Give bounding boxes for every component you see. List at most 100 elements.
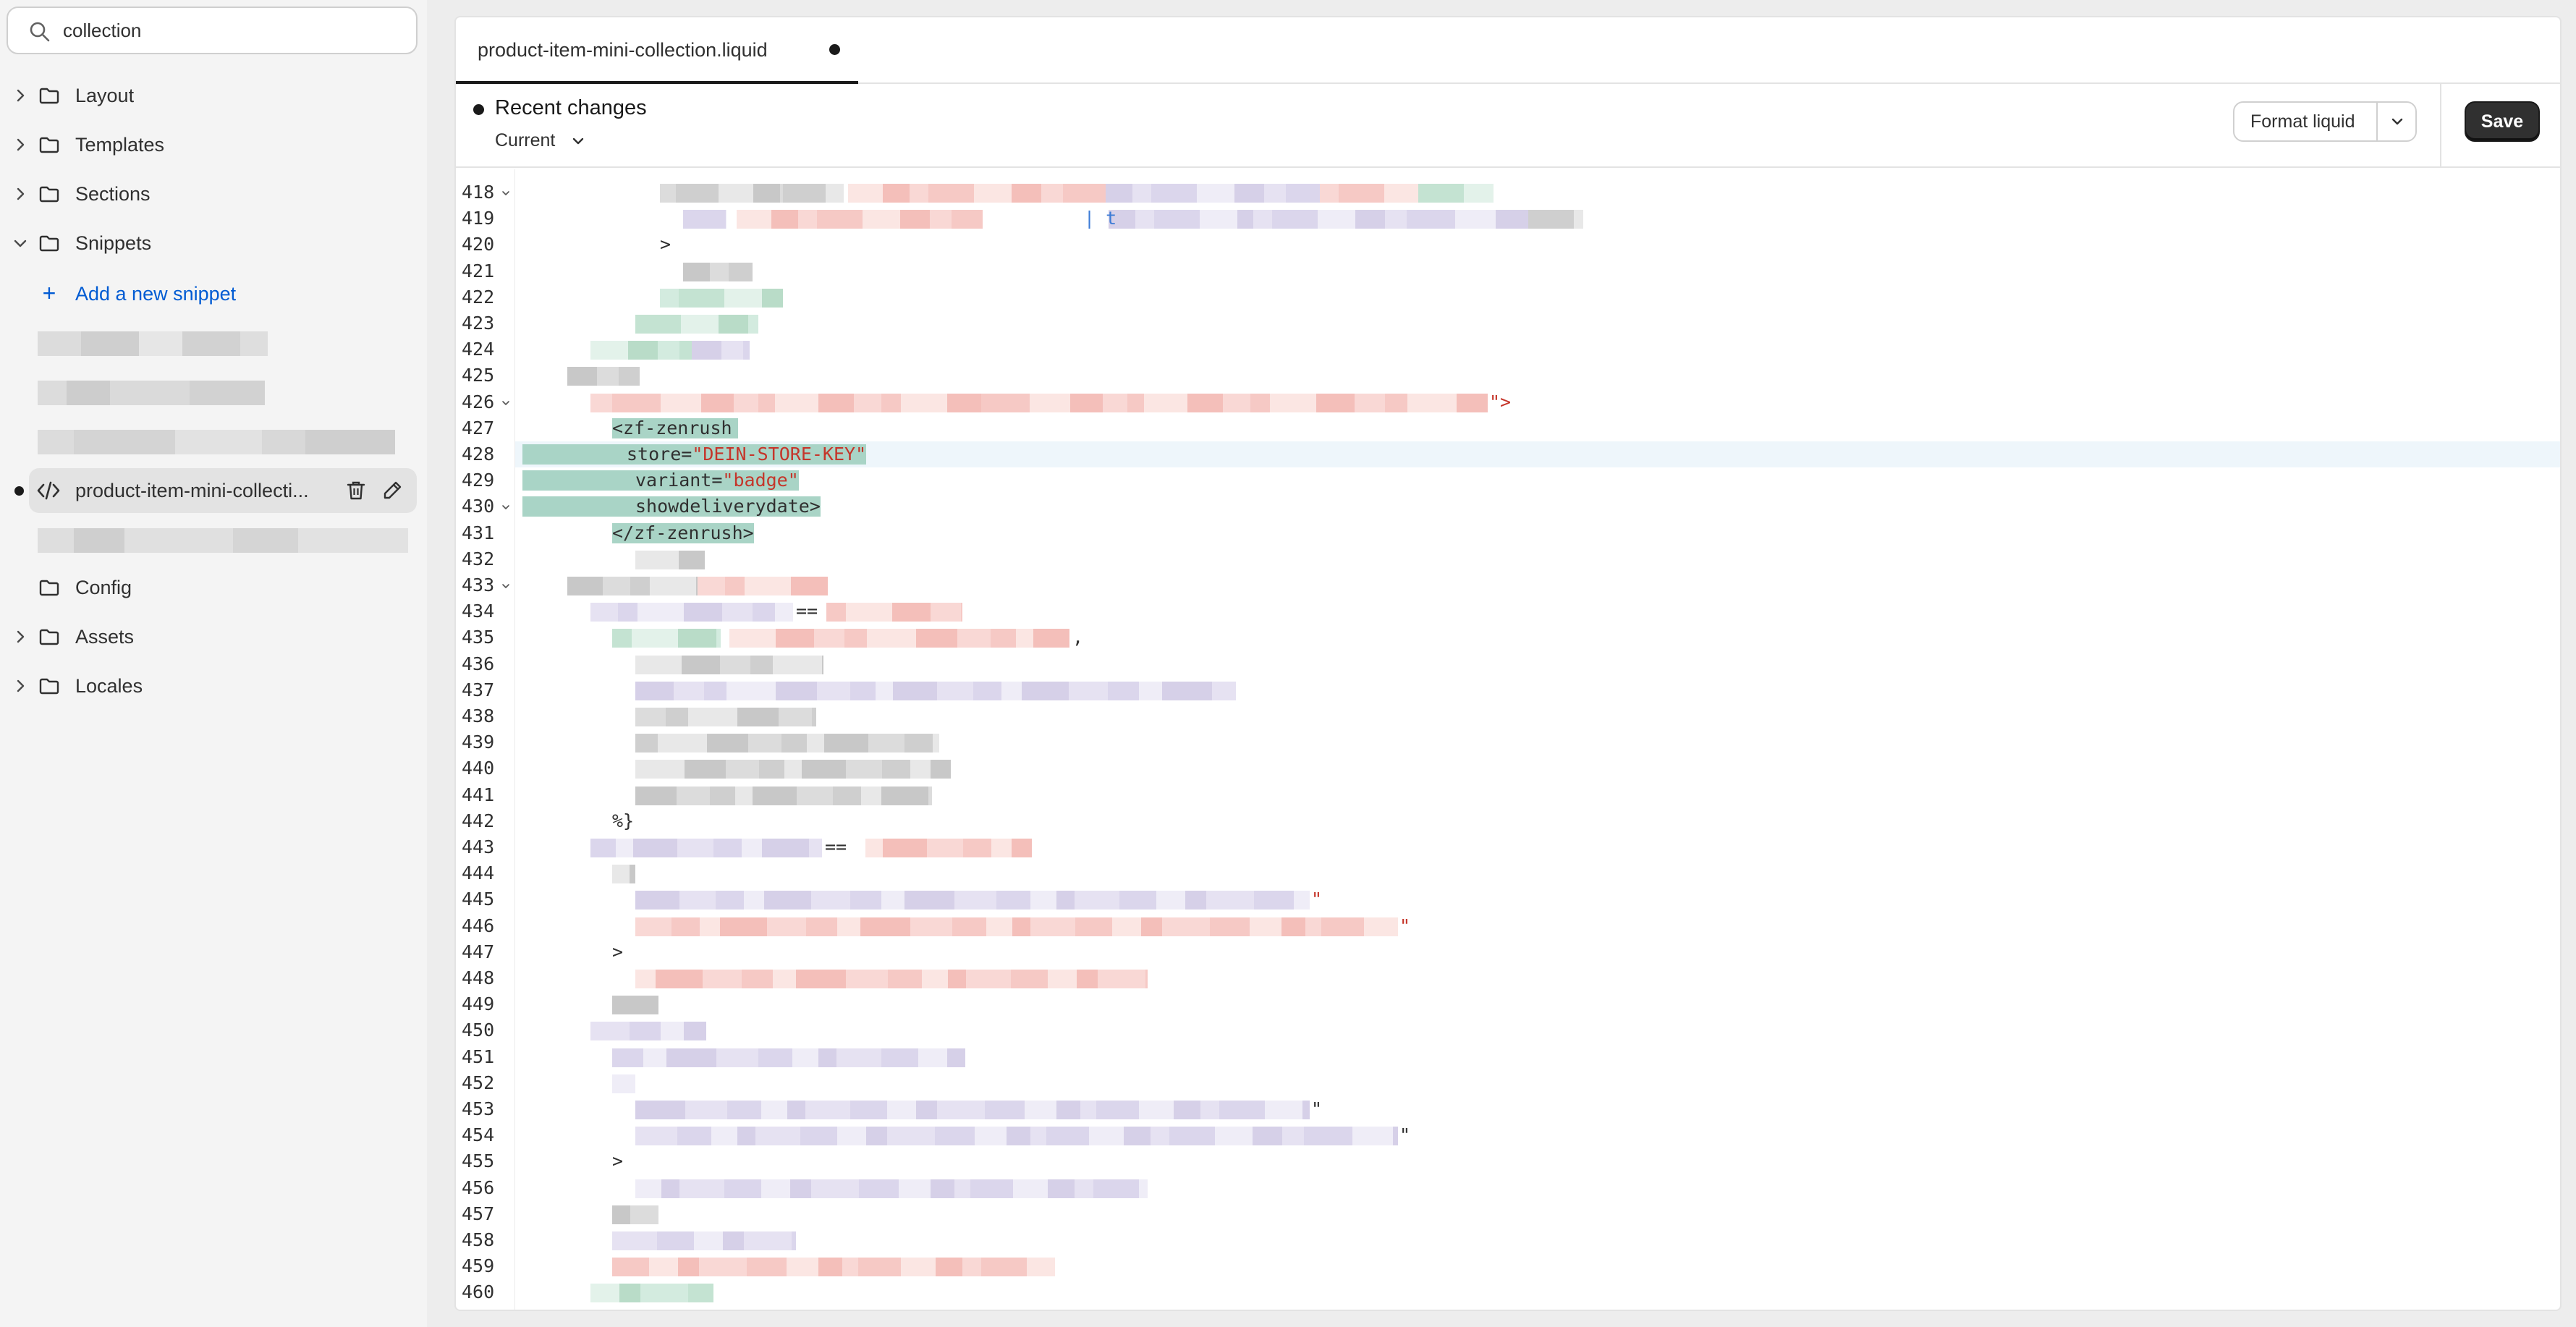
code-area[interactable]: 418 419 420 421 422 423 424 425 426 427 428 429 430 4… xyxy=(456,169,2560,1310)
file-search-input[interactable] xyxy=(63,15,403,46)
chevron-right-icon[interactable] xyxy=(12,677,29,695)
line-number: 444 xyxy=(456,860,515,886)
line-number-text: 428 xyxy=(462,444,495,465)
code-token: == xyxy=(796,601,818,622)
redacted-code xyxy=(635,786,677,805)
redacted-code xyxy=(1030,917,1075,936)
unsaved-dot xyxy=(473,104,484,115)
redacted-code xyxy=(954,1179,970,1198)
redacted-code xyxy=(1200,210,1237,229)
chevron-down-icon[interactable] xyxy=(2389,114,2405,130)
delete-icon[interactable] xyxy=(344,479,368,502)
redacted-code xyxy=(931,603,961,622)
line-number-text: 448 xyxy=(462,967,495,988)
chevron-right-icon[interactable] xyxy=(12,185,29,203)
redacted-code xyxy=(1070,393,1103,412)
redacted-snippet-item[interactable] xyxy=(38,528,408,553)
fold-chevron-icon[interactable] xyxy=(501,502,511,512)
redacted-code xyxy=(1418,184,1464,203)
folder-snippets[interactable]: Snippets xyxy=(0,221,427,265)
redacted-code xyxy=(1132,184,1151,203)
redacted-code xyxy=(797,786,833,805)
recent-changes-label: Recent changes xyxy=(495,96,647,119)
fold-chevron-icon[interactable] xyxy=(501,188,511,198)
redacted-code xyxy=(722,603,753,622)
active-snippet-item[interactable]: product-item-mini-collecti... xyxy=(14,468,417,513)
line-number-text: 445 xyxy=(462,889,495,910)
redacted-code xyxy=(758,393,775,412)
editor-tab-active[interactable]: product-item-mini-collection.liquid xyxy=(456,17,858,84)
redacted-snippet-item[interactable] xyxy=(38,331,268,356)
line-number-text: 442 xyxy=(462,810,495,831)
redacted-code xyxy=(1272,210,1318,229)
redacted-code xyxy=(974,184,1012,203)
code-line xyxy=(515,651,2560,677)
line-number: 453 xyxy=(456,1096,515,1122)
redacted-code xyxy=(954,891,996,910)
button-divider xyxy=(2376,103,2378,140)
chevron-right-icon[interactable] xyxy=(12,87,29,104)
code-token: " xyxy=(1311,1098,1323,1119)
line-number-text: 457 xyxy=(462,1203,495,1224)
rename-pencil-icon[interactable] xyxy=(381,479,404,502)
redacted-code xyxy=(742,839,762,857)
redacted-code xyxy=(1355,210,1385,229)
redacted-code xyxy=(1455,210,1496,229)
redacted-code xyxy=(866,1127,887,1146)
folder-icon xyxy=(39,186,59,203)
chevron-right-icon[interactable] xyxy=(12,136,29,153)
chevron-down-icon[interactable] xyxy=(12,234,29,252)
line-number-text: 451 xyxy=(462,1046,495,1067)
redacted-code xyxy=(1281,917,1305,936)
redacted-code xyxy=(635,970,656,988)
fold-chevron-icon[interactable] xyxy=(501,581,511,591)
folder-assets[interactable]: Assets xyxy=(0,615,427,658)
folder-icon xyxy=(39,88,59,104)
redacted-code xyxy=(635,891,679,910)
redacted-code xyxy=(1144,393,1187,412)
line-number-text: 418 xyxy=(462,182,495,203)
redacted-code xyxy=(981,1258,1027,1277)
line-number: 437 xyxy=(456,677,515,703)
redacted-code xyxy=(1011,970,1048,988)
redacted-code xyxy=(848,184,883,203)
redacted-code xyxy=(1151,1127,1169,1146)
folder-locales[interactable]: Locales xyxy=(0,664,427,708)
line-number-text: 447 xyxy=(462,941,495,962)
chevron-right-icon[interactable] xyxy=(12,628,29,645)
redacted-code xyxy=(883,184,910,203)
folder-templates[interactable]: Templates xyxy=(0,123,427,166)
redacted-code xyxy=(1264,184,1286,203)
redacted-code xyxy=(957,629,991,648)
redacted-code xyxy=(704,681,726,700)
add-new-snippet-link[interactable]: + Add a new snippet xyxy=(0,272,427,315)
folder-icon xyxy=(39,580,59,596)
file-search-box[interactable] xyxy=(7,7,418,54)
folder-label: Locales xyxy=(75,675,143,697)
redacted-code xyxy=(759,760,784,779)
code-line xyxy=(515,546,2560,572)
line-number-text: 426 xyxy=(462,391,495,412)
folder-config[interactable]: Config xyxy=(0,566,427,609)
redacted-code xyxy=(635,917,671,936)
folder-layout[interactable]: Layout xyxy=(0,74,427,117)
format-liquid-button[interactable]: Format liquid xyxy=(2250,111,2355,132)
redacted-code xyxy=(677,1127,711,1146)
line-number-text: 423 xyxy=(462,313,495,334)
attr-value: "DEIN-STORE-KEY" xyxy=(692,444,867,465)
redacted-code xyxy=(1056,891,1075,910)
redacted-code xyxy=(748,315,758,334)
redacted-code xyxy=(1025,1101,1056,1119)
folder-sections[interactable]: Sections xyxy=(0,172,427,216)
redacted-code xyxy=(630,865,635,884)
version-select[interactable]: Current xyxy=(495,127,584,156)
redacted-snippet-item[interactable] xyxy=(38,381,265,405)
fold-chevron-icon[interactable] xyxy=(501,398,511,408)
line-number-gutter: 418 419 420 421 422 423 424 425 426 427 428 429 430 4… xyxy=(456,169,515,1310)
code-token: > xyxy=(660,234,671,255)
redacted-code xyxy=(1139,681,1162,700)
line-number-text: 424 xyxy=(462,339,495,360)
redacted-snippet-item[interactable] xyxy=(38,430,395,454)
save-button[interactable]: Save xyxy=(2465,101,2540,142)
folder-label: Config xyxy=(75,577,132,598)
